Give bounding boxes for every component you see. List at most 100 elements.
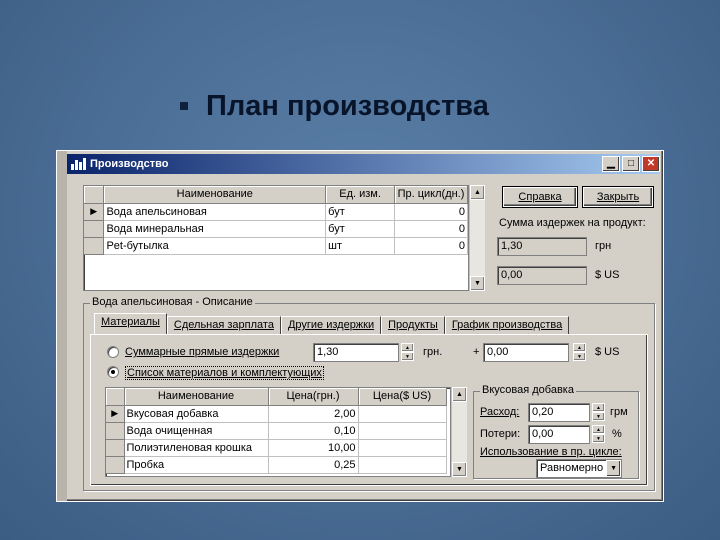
radio-total-label[interactable]: Суммарные прямые издержки bbox=[125, 346, 279, 358]
close-window-button[interactable]: ✕ bbox=[642, 156, 660, 172]
losses-input[interactable]: 0,00 bbox=[528, 425, 590, 444]
material-price-uah[interactable]: 0,25 bbox=[268, 456, 359, 474]
tab-production-schedule[interactable]: График производства bbox=[444, 316, 570, 334]
material-price-usd[interactable] bbox=[358, 405, 447, 423]
material-price-uah[interactable]: 10,00 bbox=[268, 439, 359, 457]
product-name[interactable]: Pet-бутылка bbox=[103, 237, 327, 255]
material-price-uah[interactable]: 0,10 bbox=[268, 422, 359, 440]
spin-up-icon[interactable]: ▲ bbox=[592, 425, 605, 434]
minimize-button[interactable]: ▁ bbox=[602, 156, 620, 172]
row-indicator bbox=[106, 439, 125, 457]
window-titlebar[interactable]: Производство ▁ □ ✕ bbox=[67, 154, 660, 174]
product-unit[interactable]: бут bbox=[325, 203, 396, 221]
table-row[interactable]: ▶ Вода апельсиновая бут 0 bbox=[84, 203, 468, 221]
product-unit[interactable]: бут bbox=[325, 220, 396, 238]
usd-costs-input[interactable]: 0,00 bbox=[483, 343, 569, 362]
cost-uah-field: 1,30 bbox=[497, 237, 587, 256]
product-unit[interactable]: шт bbox=[325, 237, 396, 255]
spin-up-icon[interactable]: ▲ bbox=[573, 343, 586, 352]
radio-total-costs[interactable] bbox=[107, 346, 119, 358]
consumption-label: Расход: bbox=[480, 406, 520, 418]
total-costs-spinner[interactable]: ▲ ▼ bbox=[401, 343, 414, 362]
maximize-button[interactable]: □ bbox=[622, 156, 640, 172]
plus-sign: + bbox=[473, 346, 480, 358]
spin-up-icon[interactable]: ▲ bbox=[592, 403, 605, 412]
tab-materials[interactable]: Материалы bbox=[94, 313, 167, 334]
total-costs-input[interactable]: 1,30 bbox=[313, 343, 399, 362]
material-price-uah[interactable]: 2,00 bbox=[268, 405, 359, 423]
chart-app-icon bbox=[70, 157, 86, 171]
usage-select[interactable]: Равномерно ▼ bbox=[536, 459, 622, 478]
column-header-unit[interactable]: Ед. изм. bbox=[325, 186, 396, 204]
material-name[interactable]: Вода очищенная bbox=[124, 422, 269, 440]
scroll-down-icon[interactable]: ▼ bbox=[452, 462, 467, 477]
usage-value: Равномерно bbox=[540, 462, 604, 474]
tab-strip: Материалы Сдельная зарплата Другие издер… bbox=[94, 313, 570, 334]
table-row[interactable]: Пробка 0,25 bbox=[106, 456, 447, 474]
table-row[interactable]: ▶ Вкусовая добавка 2,00 bbox=[106, 405, 447, 423]
material-price-usd[interactable] bbox=[358, 439, 447, 457]
column-header-price-usd[interactable]: Цена($ US) bbox=[358, 388, 447, 406]
losses-unit: % bbox=[612, 428, 622, 440]
row-indicator bbox=[106, 456, 125, 474]
tab-piecework-salary[interactable]: Сдельная зарплата bbox=[166, 316, 281, 334]
radio-list-label[interactable]: Список материалов и комплектующих bbox=[125, 366, 324, 380]
usage-label: Использование в пр. цикле: bbox=[480, 446, 622, 458]
losses-label: Потери: bbox=[480, 428, 521, 440]
material-name[interactable]: Пробка bbox=[124, 456, 269, 474]
column-header-name[interactable]: Наименование bbox=[103, 186, 327, 204]
window-left-bar bbox=[57, 151, 67, 501]
cost-usd-field: 0,00 bbox=[497, 266, 587, 285]
usd-costs-unit: $ US bbox=[595, 346, 620, 358]
table-row[interactable]: Вода минеральная бут 0 bbox=[84, 220, 468, 238]
tab-products[interactable]: Продукты bbox=[381, 316, 445, 334]
chevron-down-icon[interactable]: ▼ bbox=[606, 460, 621, 477]
product-cycle[interactable]: 0 bbox=[394, 220, 468, 238]
product-name[interactable]: Вода минеральная bbox=[103, 220, 327, 238]
spin-down-icon[interactable]: ▼ bbox=[592, 412, 605, 421]
grid-corner bbox=[106, 388, 125, 406]
scroll-up-icon[interactable]: ▲ bbox=[470, 185, 485, 200]
spin-down-icon[interactable]: ▼ bbox=[592, 434, 605, 443]
losses-spinner[interactable]: ▲ ▼ bbox=[592, 425, 605, 444]
product-cycle[interactable]: 0 bbox=[394, 237, 468, 255]
spin-down-icon[interactable]: ▼ bbox=[401, 352, 414, 361]
total-costs-unit: грн. bbox=[423, 346, 443, 358]
consumption-spinner[interactable]: ▲ ▼ bbox=[592, 403, 605, 422]
materials-scrollbar[interactable]: ▲ ▼ bbox=[451, 387, 467, 477]
material-name[interactable]: Вкусовая добавка bbox=[124, 405, 269, 423]
table-row[interactable]: Полиэтиленовая крошка 10,00 bbox=[106, 439, 447, 457]
spin-down-icon[interactable]: ▼ bbox=[573, 352, 586, 361]
help-button[interactable]: Справка bbox=[503, 187, 577, 207]
tab-other-costs[interactable]: Другие издержки bbox=[280, 316, 382, 334]
row-indicator bbox=[84, 220, 105, 238]
cost-usd-unit: $ US bbox=[595, 269, 620, 281]
material-price-usd[interactable] bbox=[358, 456, 447, 474]
product-name[interactable]: Вода апельсиновая bbox=[103, 203, 327, 221]
radio-materials-list[interactable] bbox=[107, 366, 119, 378]
bullet-icon bbox=[180, 102, 188, 110]
material-price-usd[interactable] bbox=[358, 422, 447, 440]
column-header-price-uah[interactable]: Цена(грн.) bbox=[268, 388, 359, 406]
close-icon: ✕ bbox=[646, 158, 656, 169]
usd-costs-spinner[interactable]: ▲ ▼ bbox=[573, 343, 586, 362]
table-row[interactable]: Вода очищенная 0,10 bbox=[106, 422, 447, 440]
products-scrollbar[interactable]: ▲ ▼ bbox=[469, 185, 485, 291]
table-row[interactable]: Pet-бутылка шт 0 bbox=[84, 237, 468, 255]
window-title: Производство bbox=[90, 158, 169, 170]
minimize-icon: ▁ bbox=[607, 158, 615, 169]
materials-panel: Суммарные прямые издержки 1,30 ▲ ▼ грн. +… bbox=[90, 334, 648, 486]
consumption-input[interactable]: 0,20 bbox=[528, 403, 590, 422]
materials-grid[interactable]: Наименование Цена(грн.) Цена($ US) ▶ Вку… bbox=[105, 387, 451, 477]
material-name[interactable]: Полиэтиленовая крошка bbox=[124, 439, 269, 457]
products-grid[interactable]: Наименование Ед. изм. Пр. цикл(дн.) ▶ Во… bbox=[83, 185, 469, 291]
column-header-cycle[interactable]: Пр. цикл(дн.) bbox=[394, 186, 468, 204]
consumption-unit: грм bbox=[610, 406, 628, 418]
close-button[interactable]: Закрыть bbox=[583, 187, 653, 207]
scroll-down-icon[interactable]: ▼ bbox=[470, 276, 485, 291]
scroll-up-icon[interactable]: ▲ bbox=[452, 387, 467, 402]
column-header-name[interactable]: Наименование bbox=[124, 388, 269, 406]
row-indicator bbox=[84, 237, 105, 255]
product-cycle[interactable]: 0 bbox=[394, 203, 468, 221]
spin-up-icon[interactable]: ▲ bbox=[401, 343, 414, 352]
